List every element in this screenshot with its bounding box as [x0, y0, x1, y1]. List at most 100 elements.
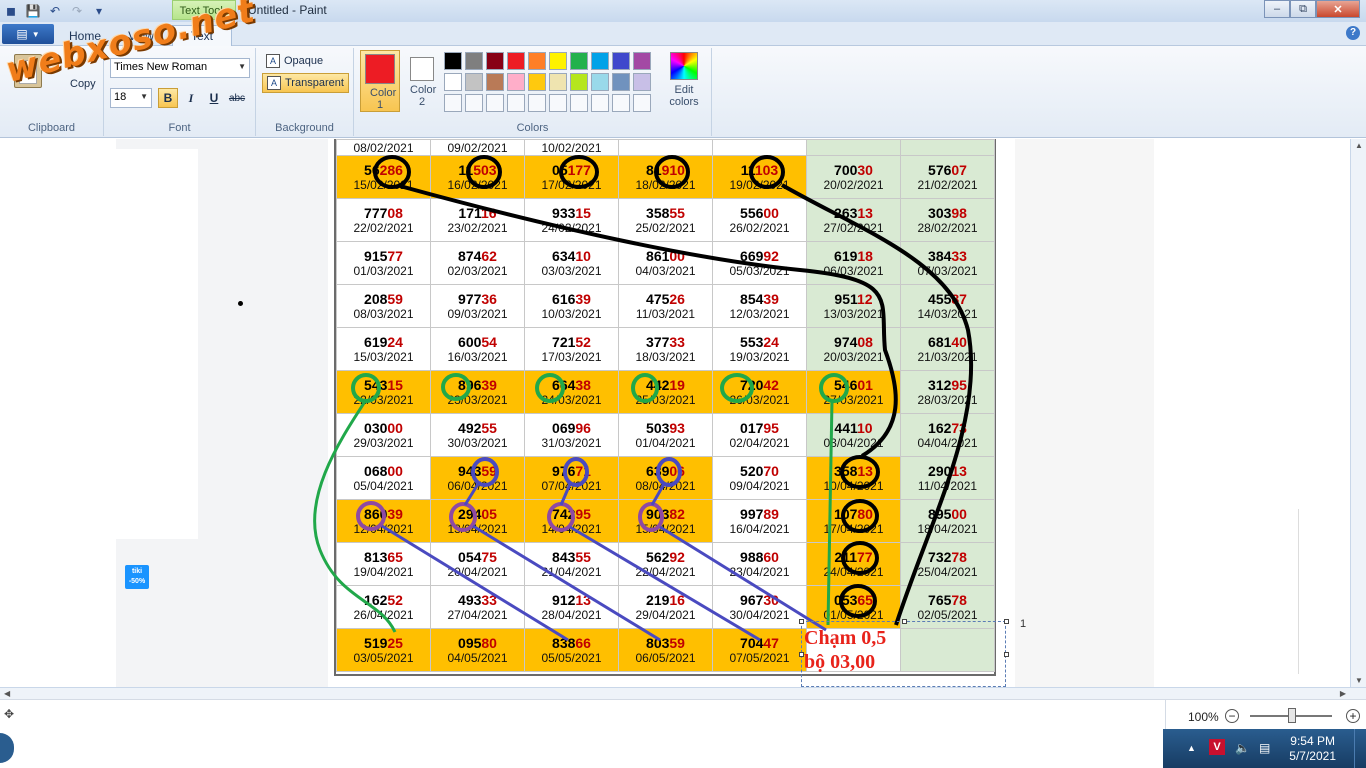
close-button[interactable]: ✕ — [1316, 0, 1360, 18]
resize-handle-mr[interactable] — [1004, 652, 1009, 657]
palette-color-swatch[interactable] — [465, 52, 483, 70]
scroll-up-icon[interactable]: ▲ — [1355, 141, 1363, 150]
volume-icon[interactable]: 🔈 — [1235, 741, 1250, 755]
cell-number-tail: 00 — [387, 463, 403, 479]
palette-color-swatch[interactable] — [612, 52, 630, 70]
scroll-right-icon[interactable]: ▶ — [1340, 689, 1346, 698]
cell-number-tail: 910 — [661, 162, 685, 178]
bold-button[interactable]: B — [158, 88, 178, 108]
annotation-text[interactable]: Chạm 0,5 bộ 03,00 — [804, 626, 886, 674]
zoom-slider-thumb[interactable] — [1288, 708, 1296, 723]
show-desktop-button[interactable] — [1354, 729, 1366, 768]
undo-icon[interactable]: ↶ — [46, 2, 64, 20]
palette-color-swatch[interactable] — [633, 52, 651, 70]
cell-number: 97671 — [525, 463, 618, 479]
palette-color-swatch[interactable] — [591, 94, 609, 112]
cell-number-lead: 455 — [928, 291, 952, 307]
palette-color-swatch[interactable] — [591, 52, 609, 70]
palette-color-swatch[interactable] — [444, 52, 462, 70]
paint-icon[interactable]: ◼ — [2, 2, 20, 20]
horizontal-scrollbar[interactable]: ◀ ▶ — [0, 687, 1366, 699]
palette-color-swatch[interactable] — [549, 94, 567, 112]
cell-date: 08/04/2021 — [635, 479, 696, 493]
menu-icon: ▤ — [16, 27, 28, 41]
zoom-in-button[interactable]: + — [1346, 709, 1360, 723]
palette-color-swatch[interactable] — [591, 73, 609, 91]
cell-number: 26313 — [807, 205, 900, 221]
edit-colors-button[interactable]: Edit colors — [666, 52, 702, 108]
table-cell: 06996 31/03/2021 — [524, 413, 619, 457]
cell-number-tail: 39 — [763, 291, 779, 307]
palette-color-swatch[interactable] — [444, 94, 462, 112]
palette-color-swatch[interactable] — [570, 73, 588, 91]
palette-color-swatch[interactable] — [507, 94, 525, 112]
help-icon[interactable]: ? — [1346, 26, 1360, 40]
vertical-scrollbar[interactable]: ▲ ▼ — [1350, 139, 1366, 687]
strikethrough-button[interactable]: abc — [227, 88, 247, 108]
palette-color-swatch[interactable] — [444, 73, 462, 91]
cell-number: 97736 — [431, 291, 524, 307]
palette-color-swatch[interactable] — [633, 73, 651, 91]
font-size-select[interactable]: 18 ▼ — [110, 88, 152, 108]
transparent-button[interactable]: A Transparent — [262, 73, 349, 93]
antivirus-tray-icon[interactable]: V — [1209, 739, 1225, 755]
side-number: 1 — [1020, 618, 1027, 630]
palette-color-swatch[interactable] — [465, 73, 483, 91]
resize-handle-tm[interactable] — [902, 619, 907, 624]
palette-color-swatch[interactable] — [528, 94, 546, 112]
cell-number: 91577 — [337, 248, 430, 264]
cell-number: 70447 — [713, 635, 806, 651]
cell-number-lead: 553 — [740, 334, 764, 350]
underline-button[interactable]: U — [204, 88, 224, 108]
palette-color-swatch[interactable] — [612, 94, 630, 112]
palette-color-swatch[interactable] — [570, 52, 588, 70]
resize-handle-tr[interactable] — [1004, 619, 1009, 624]
color1-button[interactable]: Color 1 — [360, 50, 400, 112]
palette-color-swatch[interactable] — [633, 94, 651, 112]
drawing-canvas[interactable]: tiki -50% 08/02/2021 09/02/2021 10/02/2021 5… — [0, 139, 1350, 687]
cell-date: 10/03/2021 — [541, 307, 602, 321]
network-icon[interactable]: ▤ — [1259, 741, 1270, 755]
show-hidden-icons-icon[interactable]: ▲ — [1187, 743, 1196, 753]
clock[interactable]: 9:54 PM 5/7/2021 — [1289, 734, 1336, 764]
cell-number-tail: 39 — [387, 506, 403, 522]
copy-button[interactable]: Copy — [70, 78, 96, 90]
zoom-out-button[interactable]: − — [1225, 709, 1239, 723]
save-icon[interactable]: 💾 — [24, 2, 42, 20]
color2-button[interactable]: Color 2 — [402, 50, 442, 112]
palette-color-swatch[interactable] — [486, 94, 504, 112]
cell-number: 03000 — [337, 420, 430, 436]
palette-color-swatch[interactable] — [507, 73, 525, 91]
table-cell: 73278 25/04/2021 — [900, 542, 995, 586]
palette-color-swatch[interactable] — [549, 73, 567, 91]
redo-icon[interactable]: ↷ — [68, 2, 86, 20]
palette-color-swatch[interactable] — [549, 52, 567, 70]
italic-button[interactable]: I — [181, 88, 201, 108]
opaque-button[interactable]: A Opaque — [262, 51, 327, 71]
palette-color-swatch[interactable] — [486, 73, 504, 91]
cell-date: 05/03/2021 — [729, 264, 790, 278]
cell-number-tail: 13 — [857, 205, 873, 221]
palette-color-swatch[interactable] — [486, 52, 504, 70]
start-button[interactable] — [0, 733, 14, 763]
scroll-down-icon[interactable]: ▼ — [1355, 676, 1363, 685]
cell-number-lead: 967 — [740, 592, 764, 608]
palette-color-swatch[interactable] — [507, 52, 525, 70]
palette-color-swatch[interactable] — [612, 73, 630, 91]
maximize-button[interactable]: ⧉ — [1290, 0, 1316, 18]
minimize-button[interactable]: – — [1264, 0, 1290, 18]
cell-number-lead: 81 — [646, 162, 662, 178]
scroll-left-icon[interactable]: ◀ — [4, 689, 10, 698]
palette-color-swatch[interactable] — [528, 52, 546, 70]
palette-color-swatch[interactable] — [528, 73, 546, 91]
customize-qat-icon[interactable]: ▾ — [90, 2, 108, 20]
cell-number-lead: 492 — [458, 420, 482, 436]
clock-time: 9:54 PM — [1290, 734, 1335, 748]
palette-color-swatch[interactable] — [570, 94, 588, 112]
palette-color-swatch[interactable] — [465, 94, 483, 112]
cell-date: 17/02/2021 — [541, 178, 602, 192]
cell-number-tail: 39 — [481, 377, 497, 393]
resize-handle-tl[interactable] — [799, 619, 804, 624]
cell-number-tail: 30 — [857, 162, 873, 178]
screenshot-right-edge — [1298, 509, 1314, 674]
